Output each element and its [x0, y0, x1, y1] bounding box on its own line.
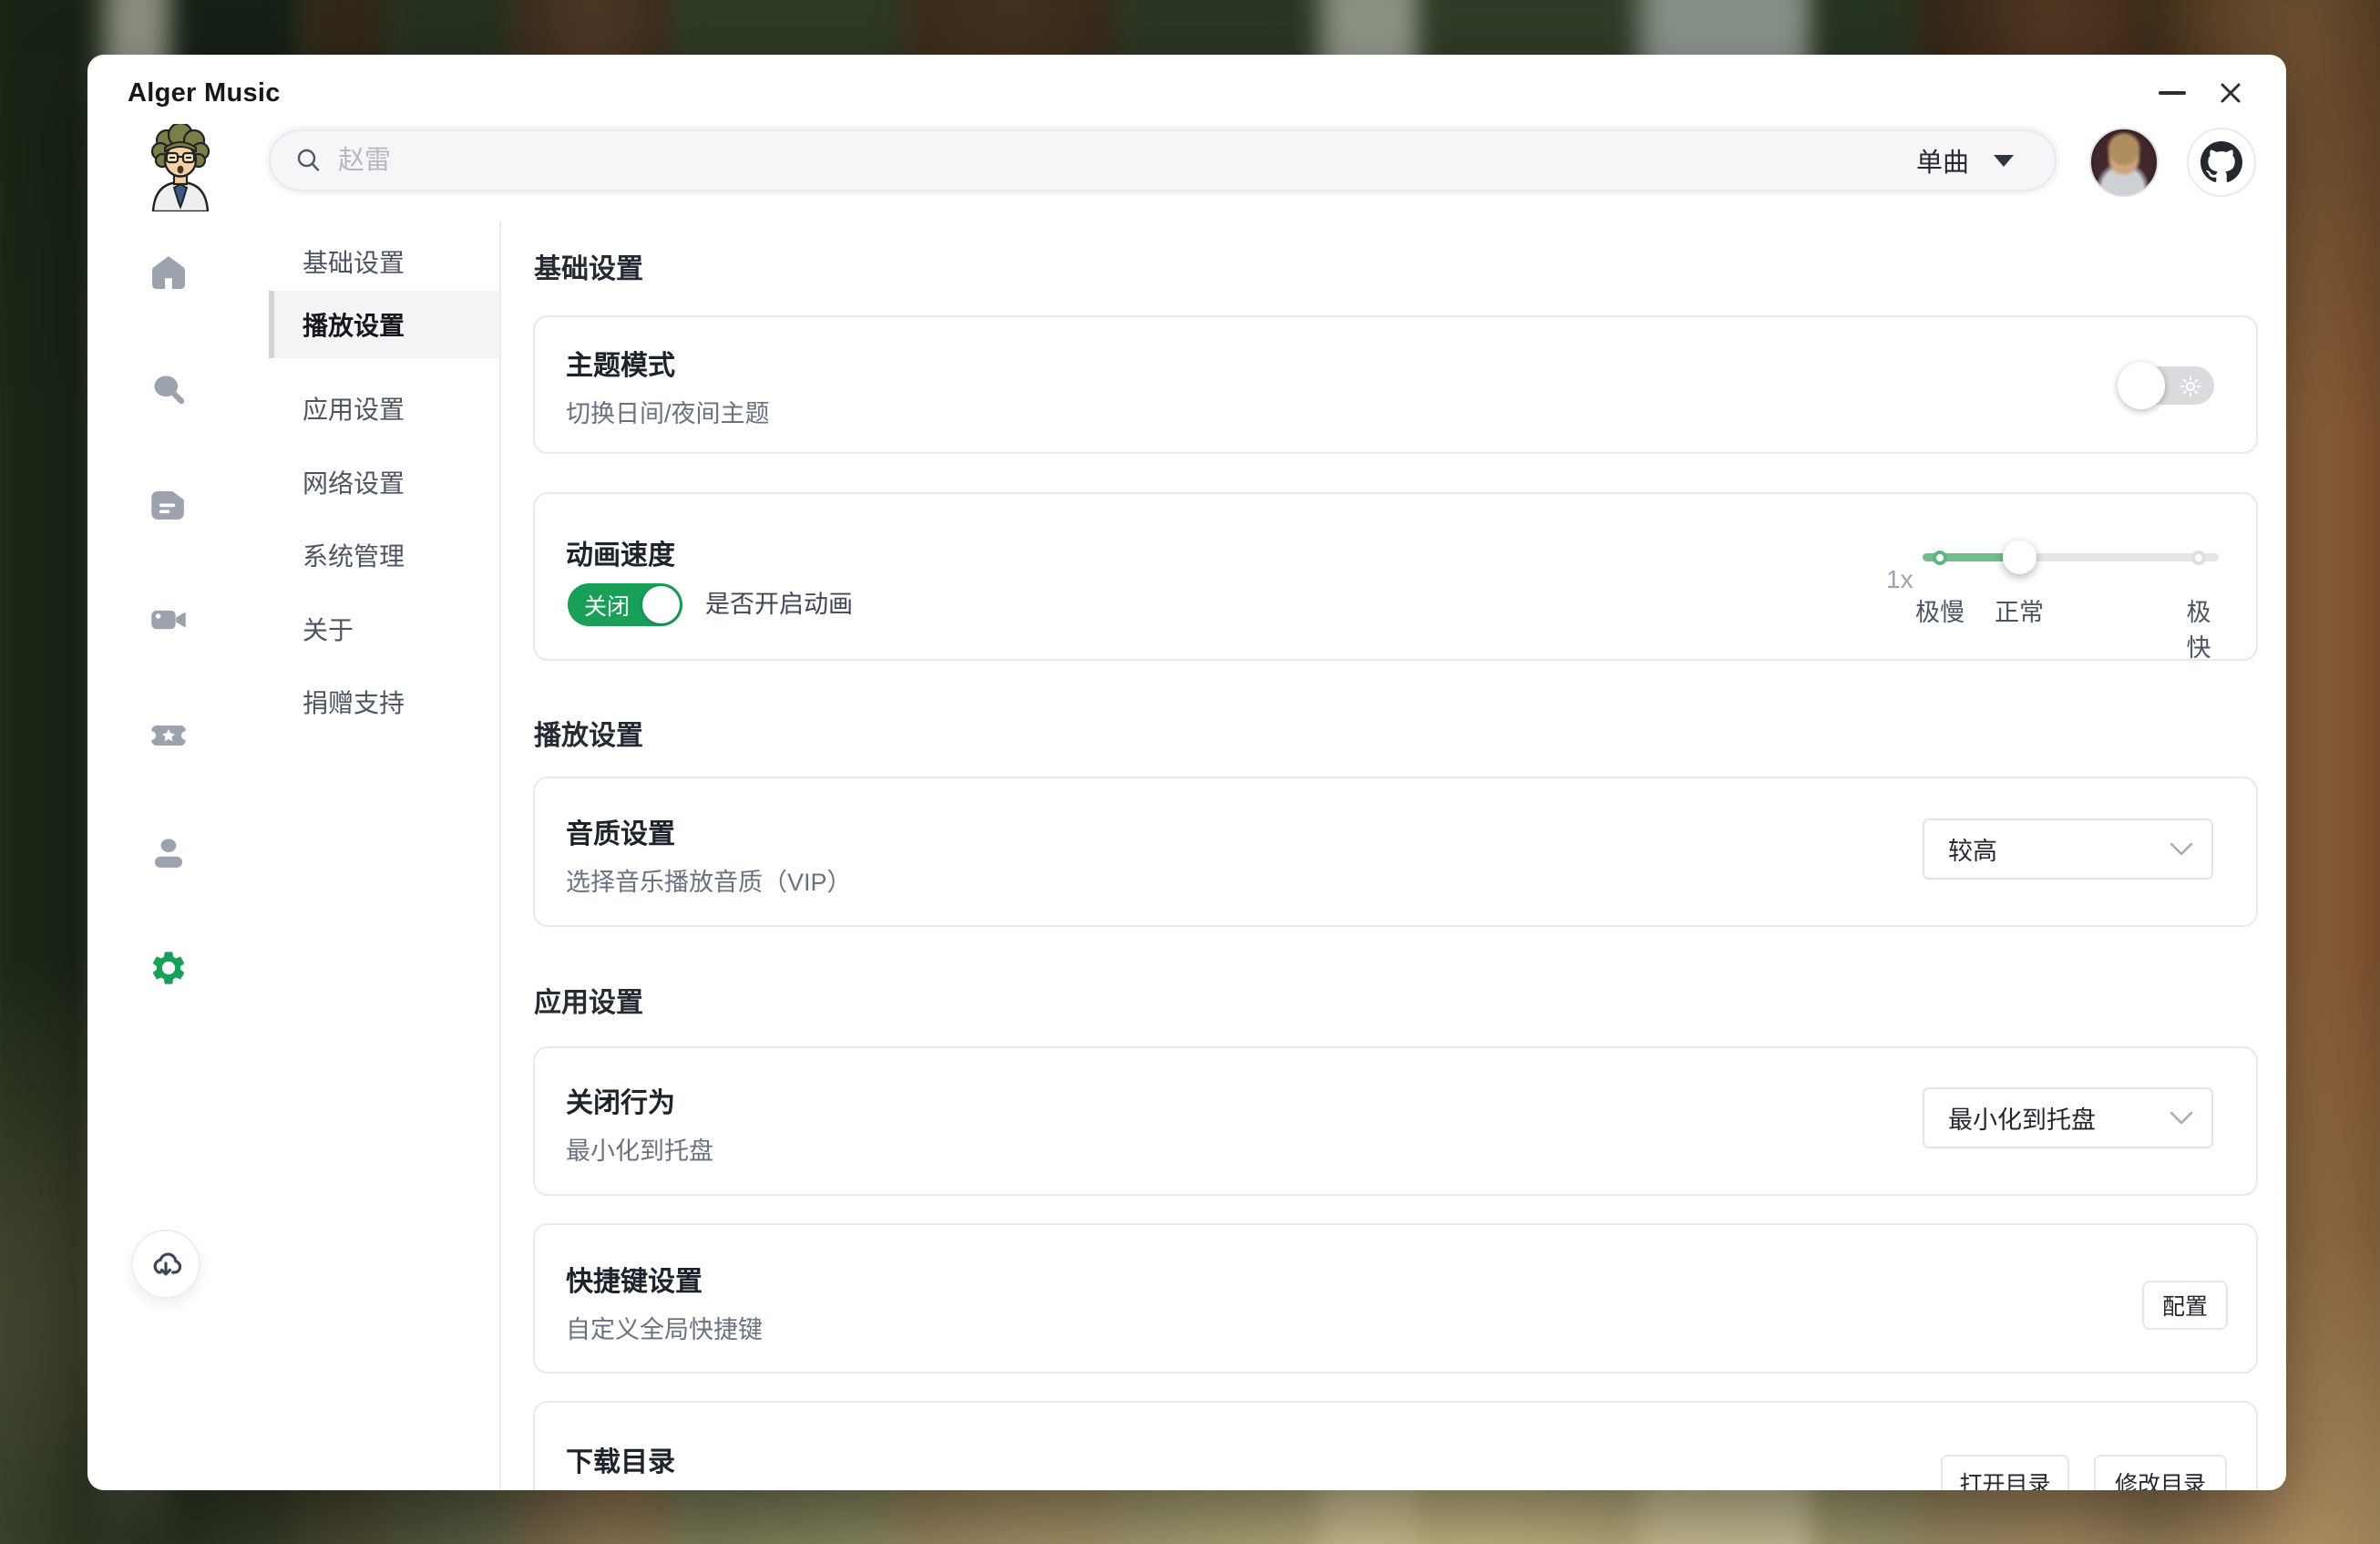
nav-user-icon[interactable]: [149, 832, 189, 872]
settings-menu-item-about[interactable]: 关于: [269, 595, 499, 663]
chevron-down-icon: [2170, 1111, 2193, 1126]
nav-home-icon[interactable]: [149, 252, 189, 293]
card-theme-desc: 切换日间/夜间主题: [566, 401, 770, 427]
sun-icon: [2178, 374, 2203, 399]
nav-favorites-icon[interactable]: [149, 715, 189, 756]
card-animation-speed: 动画速度 关闭 是否开启动画 1x 极慢 正常 极快: [533, 492, 2258, 661]
close-icon: [2217, 79, 2244, 107]
github-button[interactable]: [2187, 128, 2256, 197]
card-quality-title: 音质设置: [566, 820, 675, 849]
app-avatar[interactable]: [142, 124, 219, 211]
slider-knob[interactable]: [2003, 540, 2036, 574]
nav-search-icon[interactable]: [149, 368, 189, 408]
settings-menu-item-system[interactable]: 系统管理: [269, 521, 499, 589]
card-shortcuts-desc: 自定义全局快捷键: [566, 1317, 763, 1343]
quality-select-value: 较高: [1948, 831, 1997, 867]
slider-label-fast: 极快: [2187, 592, 2211, 664]
search-input[interactable]: [336, 145, 1916, 177]
app-title: Alger Music: [128, 78, 281, 108]
configure-button[interactable]: 配置: [2142, 1281, 2228, 1330]
minimize-button[interactable]: [2152, 75, 2192, 111]
close-button[interactable]: [2211, 75, 2251, 111]
github-icon: [2200, 141, 2242, 183]
dropdown-arrow-icon: [1993, 154, 2015, 168]
menu-divider: [499, 221, 501, 1490]
section-title-play: 播放设置: [534, 713, 643, 753]
slider-mark-fast[interactable]: [2191, 551, 2206, 565]
theme-toggle-knob: [2118, 362, 2165, 409]
search-type-dropdown[interactable]: 单曲: [1916, 141, 2015, 180]
card-shortcuts: 快捷键设置 自定义全局快捷键 配置: [533, 1223, 2258, 1374]
settings-menu-item-basic[interactable]: 基础设置: [269, 228, 499, 295]
modify-directory-button[interactable]: 修改目录: [2094, 1455, 2227, 1490]
card-close-behavior: 关闭行为 最小化到托盘 最小化到托盘: [533, 1046, 2258, 1196]
animation-switch-knob: [642, 586, 680, 623]
app-window: Alger Music: [87, 55, 2286, 1490]
card-animation-title: 动画速度: [566, 541, 675, 571]
card-shortcuts-title: 快捷键设置: [566, 1268, 703, 1297]
card-download-dir: 下载目录 打开目录 修改目录: [533, 1401, 2258, 1490]
close-behavior-value: 最小化到托盘: [1948, 1100, 2096, 1136]
nav-settings-icon[interactable]: [149, 948, 189, 988]
card-quality: 音质设置 选择音乐播放音质（VIP） 较高: [533, 777, 2258, 927]
download-manager-button[interactable]: [131, 1230, 200, 1299]
close-behavior-select[interactable]: 最小化到托盘: [1923, 1087, 2213, 1148]
settings-menu-item-play[interactable]: 播放设置: [269, 291, 499, 358]
animation-speed-slider: 1x 极慢 正常 极快: [1923, 494, 2219, 663]
search-type-label: 单曲: [1916, 141, 1969, 180]
quality-select[interactable]: 较高: [1923, 818, 2213, 880]
section-title-app: 应用设置: [534, 980, 643, 1020]
cloud-download-icon: [148, 1246, 184, 1282]
settings-menu-item-donate[interactable]: 捐赠支持: [269, 668, 499, 736]
section-title-basic: 基础设置: [534, 246, 643, 286]
search-bar: 单曲: [269, 129, 2057, 191]
card-close-desc: 最小化到托盘: [566, 1138, 713, 1164]
settings-menu-item-network[interactable]: 网络设置: [269, 448, 499, 516]
theme-toggle[interactable]: [2118, 366, 2214, 405]
slider-label-normal: 正常: [1995, 592, 2044, 628]
card-download-title: 下载目录: [566, 1448, 675, 1477]
card-quality-desc: 选择音乐播放音质（VIP）: [566, 870, 852, 895]
slider-mark-slow[interactable]: [1933, 551, 1947, 565]
search-icon: [294, 146, 323, 175]
nav-mv-icon[interactable]: [149, 600, 189, 640]
card-theme-mode: 主题模式 切换日间/夜间主题: [533, 315, 2258, 454]
chevron-down-icon: [2170, 842, 2193, 857]
card-close-title: 关闭行为: [566, 1089, 675, 1118]
slider-label-slow: 极慢: [1915, 592, 1965, 628]
user-avatar[interactable]: [2089, 128, 2159, 197]
settings-menu-item-app[interactable]: 应用设置: [269, 375, 499, 442]
animation-switch-label: 关闭: [584, 589, 630, 622]
animation-switch[interactable]: 关闭: [568, 583, 682, 626]
animation-desc: 是否开启动画: [705, 592, 853, 617]
card-theme-title: 主题模式: [566, 352, 675, 381]
open-directory-button[interactable]: 打开目录: [1941, 1455, 2069, 1490]
minimize-icon: [2159, 91, 2186, 95]
speed-value: 1x: [1886, 565, 1913, 594]
nav-playlist-icon[interactable]: [149, 485, 189, 525]
